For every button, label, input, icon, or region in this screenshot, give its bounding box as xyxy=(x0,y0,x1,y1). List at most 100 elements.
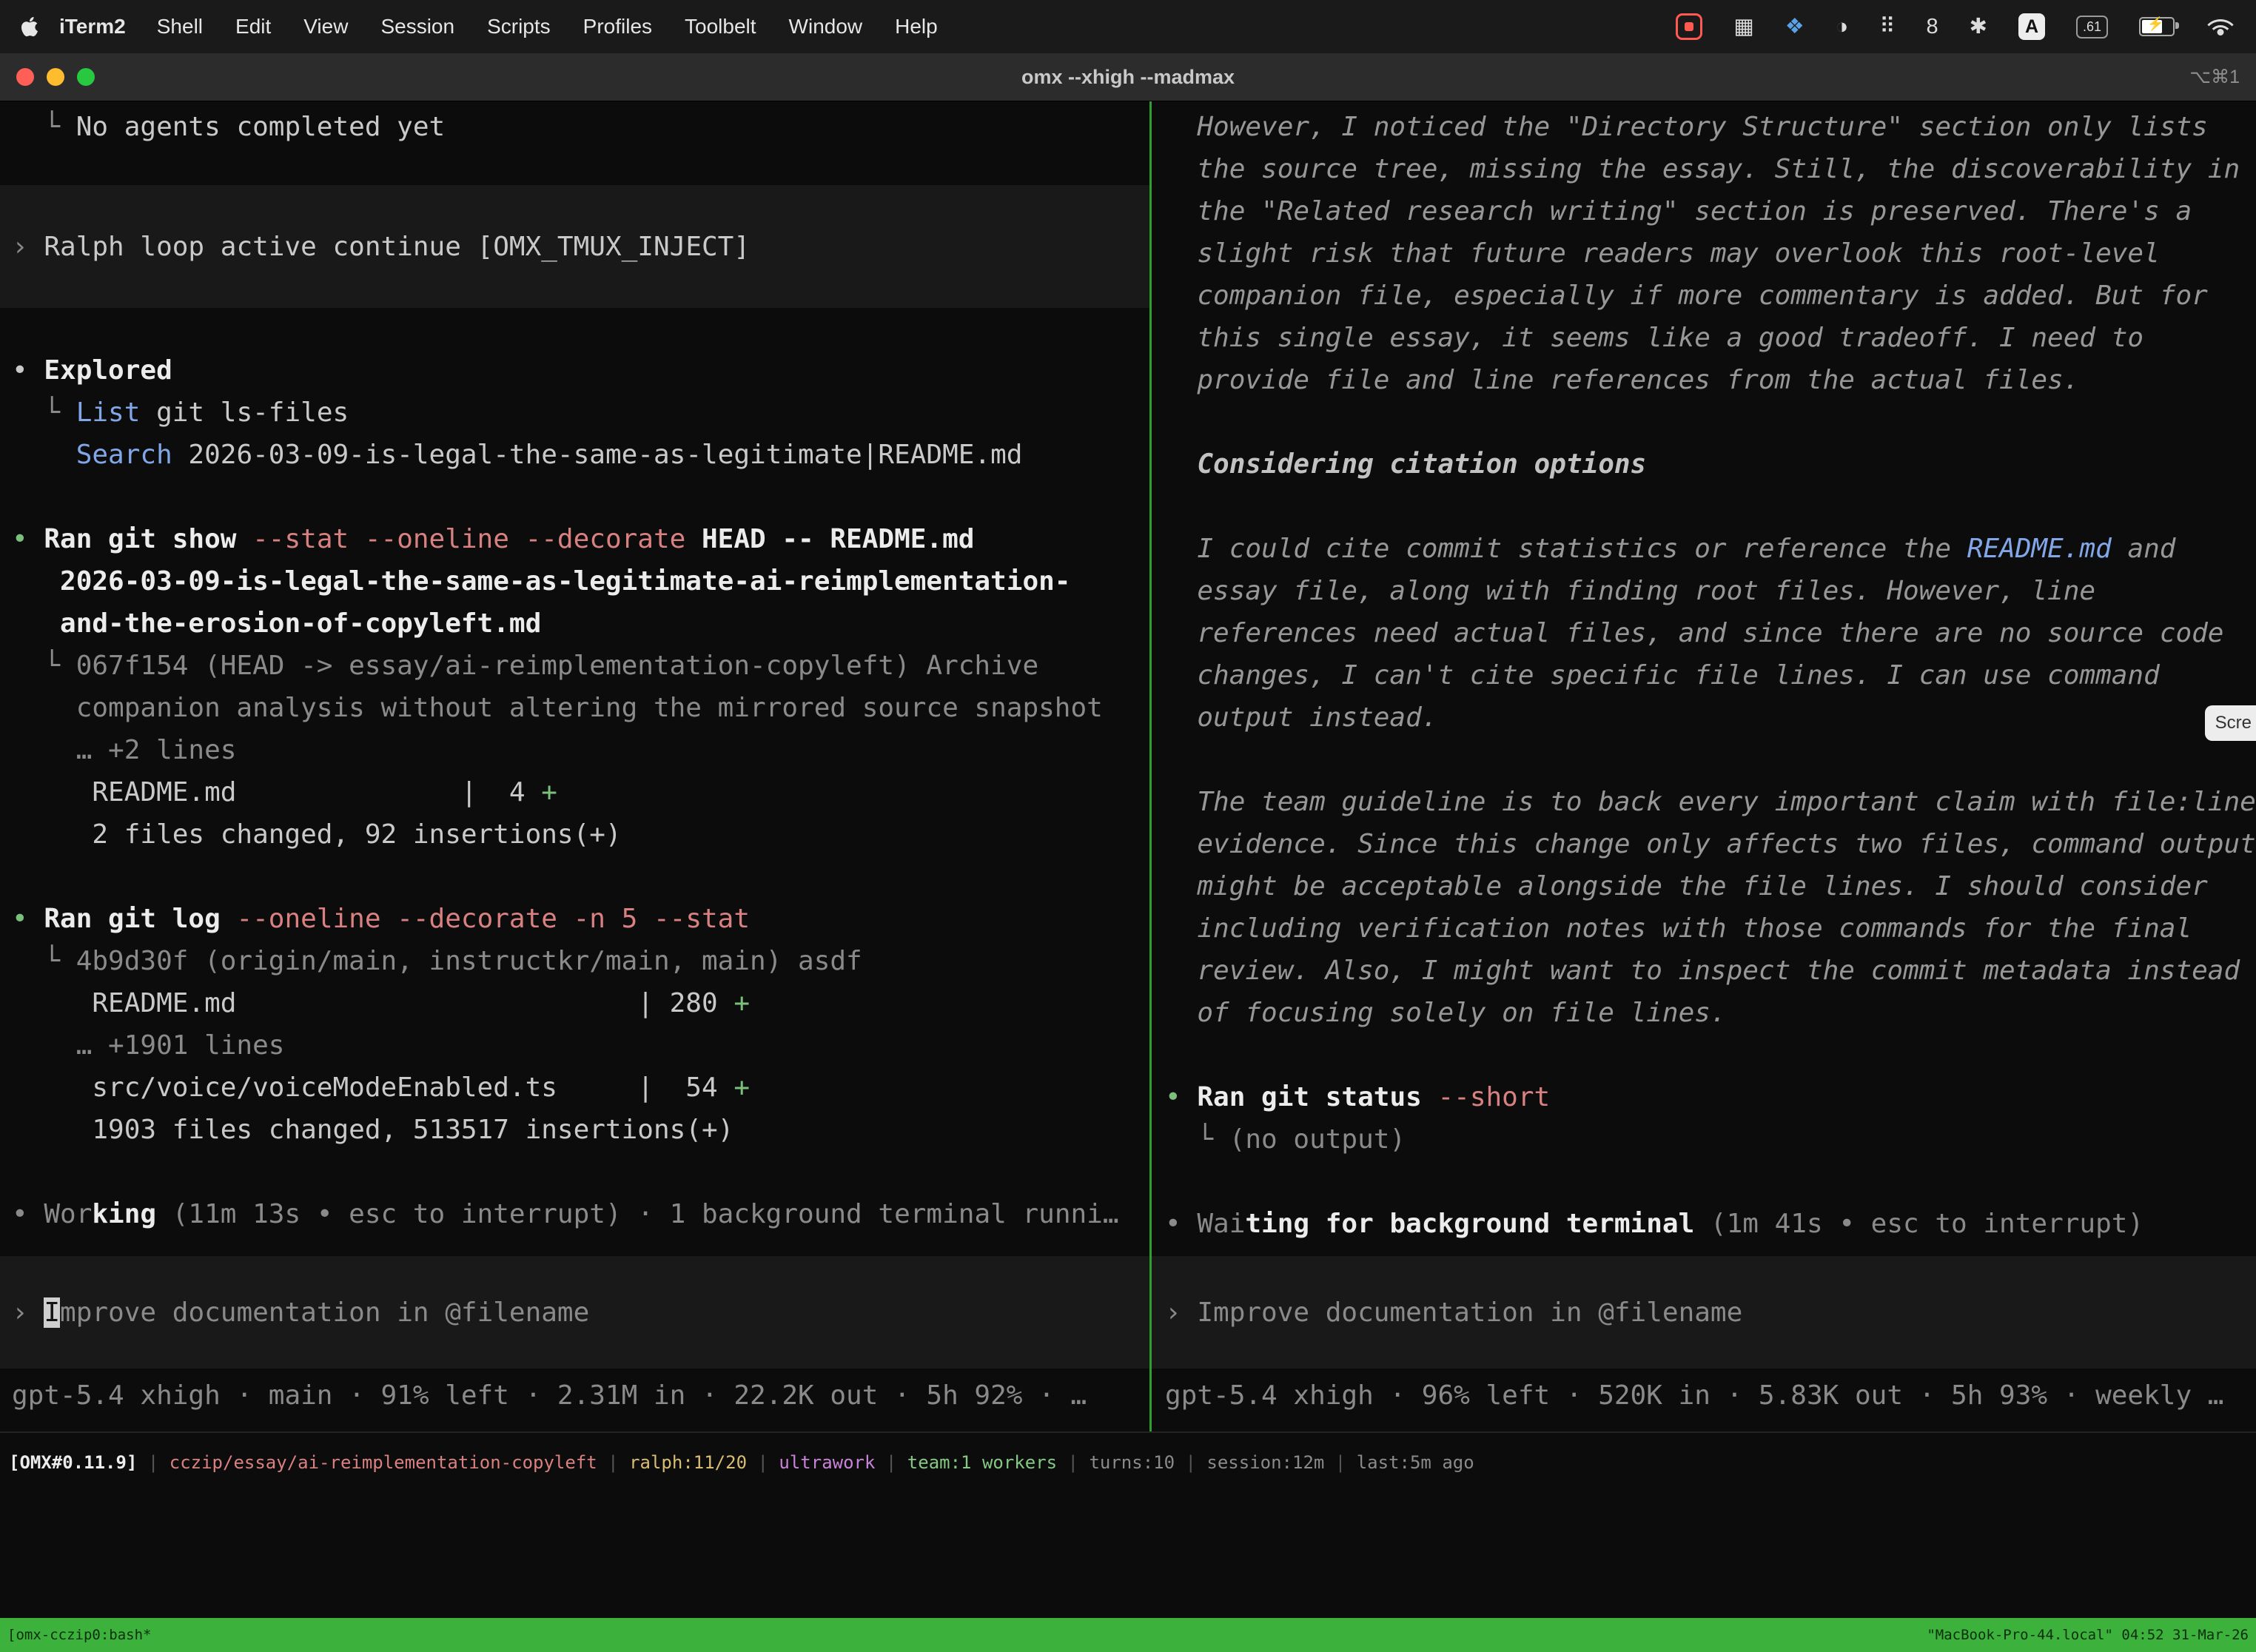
menu-items: Shell Edit View Session Scripts Profiles Toolb… xyxy=(157,15,938,38)
terminal-line: the source tree, missing the essay. Stil… xyxy=(1165,148,2256,190)
ralph-loop-banner-line: › Ralph loop active continue [OMX_TMUX_I… xyxy=(12,226,750,268)
terminal-line: Considering citation options xyxy=(1165,443,2256,486)
right-context-status: gpt-5.4 xhigh · 96% left · 520K in · 5.8… xyxy=(1165,1369,2256,1417)
left-context-status: gpt-5.4 xhigh · main · 91% left · 2.31M … xyxy=(12,1369,1149,1417)
omx-status-bar: [OMX#0.11.9] | cczip/essay/ai-reimplemen… xyxy=(0,1431,2256,1618)
left-pane-top-lines: └ No agents completed yet xyxy=(12,106,1149,148)
app-grid-icon[interactable]: ⠿ xyxy=(1879,16,1895,38)
terminal-line xyxy=(12,476,1149,518)
terminal-line: src/voice/voiceModeEnabled.ts | 54 + xyxy=(12,1067,1149,1109)
left-pane[interactable]: └ No agents completed yet › Ralph loop a… xyxy=(0,101,1152,1431)
terminal-line: • Ran git log --oneline --decorate -n 5 … xyxy=(12,898,1149,940)
omx-status-segment: [OMX#0.11.9] xyxy=(9,1452,137,1473)
menu-item-edit[interactable]: Edit xyxy=(235,15,271,38)
tmux-status-bar: [omx-cczip0:bash* "MacBook-Pro-44.local"… xyxy=(0,1618,2256,1652)
terminal-line: └ No agents completed yet xyxy=(12,106,1149,148)
terminal-line xyxy=(12,856,1149,898)
terminal-area: └ No agents completed yet › Ralph loop a… xyxy=(0,101,2256,1431)
keyboard-grid-icon[interactable]: ▦ xyxy=(1733,16,1753,38)
tmux-session-label: [omx-cczip0:bash* xyxy=(7,1627,151,1643)
menu-item-help[interactable]: Help xyxy=(895,15,938,38)
terminal-line xyxy=(1165,401,2256,443)
battery-percent-badge[interactable]: .61 xyxy=(2076,16,2108,38)
terminal-line: and-the-erosion-of-copyleft.md xyxy=(12,602,1149,645)
omx-separator: | xyxy=(1324,1452,1356,1473)
terminal-line: › Ralph loop active continue [OMX_TMUX_I… xyxy=(12,226,750,268)
menu-item-toolbelt[interactable]: Toolbelt xyxy=(685,15,756,38)
counter-icon[interactable]: 8 xyxy=(1927,16,1938,38)
menu-item-scripts[interactable]: Scripts xyxy=(487,15,551,38)
window-shortcut: ⌥⌘1 xyxy=(2189,66,2240,88)
terminal-line: companion file, especially if more comme… xyxy=(1165,275,2256,317)
terminal-line xyxy=(12,1151,1149,1193)
left-prompt-input[interactable]: › Improve documentation in @filename xyxy=(0,1256,1149,1369)
terminal-line: 1903 files changed, 513517 insertions(+) xyxy=(12,1109,1149,1151)
right-prompt-line: › Improve documentation in @filename xyxy=(1165,1292,1742,1334)
omx-status-segment: ralph:11/20 xyxy=(629,1452,747,1473)
left-prompt-line: › Improve documentation in @filename xyxy=(12,1292,589,1334)
terminal-line: references need actual files, and since … xyxy=(1165,612,2256,654)
terminal-line: • Working (11m 13s • esc to interrupt) ·… xyxy=(12,1193,1149,1235)
menu-app-name[interactable]: iTerm2 xyxy=(59,15,126,38)
terminal-line: README.md | 4 + xyxy=(12,771,1149,813)
terminal-line: … +2 lines xyxy=(12,729,1149,771)
terminal-line: I could cite commit statistics or refere… xyxy=(1165,528,2256,570)
left-pane-bottom: › Improve documentation in @filename gpt… xyxy=(12,1256,1149,1417)
wifi-icon[interactable] xyxy=(2206,16,2235,37)
round-app-icon[interactable]: ◑ xyxy=(1836,16,1849,38)
right-pane-bottom: › Improve documentation in @filename gpt… xyxy=(1165,1256,2256,1417)
omx-separator: | xyxy=(747,1452,779,1473)
screen-edge-tooltip[interactable]: Scre xyxy=(2205,705,2256,741)
terminal-line: └ 067f154 (HEAD -> essay/ai-reimplementa… xyxy=(12,645,1149,687)
terminal-line: companion analysis without altering the … xyxy=(12,687,1149,729)
terminal-line: … +1901 lines xyxy=(12,1024,1149,1067)
omx-separator: | xyxy=(597,1452,629,1473)
terminal-line: └ 4b9d30f (origin/main, instructkr/main,… xyxy=(12,940,1149,982)
omx-status-segment: cczip/essay/ai-reimplementation-copyleft xyxy=(169,1452,597,1473)
tmux-host-clock: "MacBook-Pro-44.local" 04:52 31-Mar-26 xyxy=(1927,1627,2249,1643)
menu-item-view[interactable]: View xyxy=(303,15,348,38)
terminal-line: • Explored xyxy=(12,349,1149,392)
menu-item-window[interactable]: Window xyxy=(789,15,863,38)
terminal-line: the "Related research writing" section i… xyxy=(1165,190,2256,232)
terminal-line: The team guideline is to back every impo… xyxy=(1165,781,2256,823)
apple-menu[interactable] xyxy=(21,16,38,38)
terminal-line: └ (no output) xyxy=(1165,1118,2256,1161)
omx-status-segment: session:12m xyxy=(1206,1452,1324,1473)
omx-separator: | xyxy=(1057,1452,1089,1473)
asterisk-app-icon[interactable]: ✱ xyxy=(1970,16,1987,38)
blue-app-icon[interactable]: ❖ xyxy=(1785,16,1805,38)
terminal-line: this single essay, it seems like a good … xyxy=(1165,317,2256,359)
window-title: omx --xhigh --madmax xyxy=(0,66,2256,89)
terminal-line: › Improve documentation in @filename xyxy=(1165,1292,1742,1334)
terminal-line: • Ran git show --stat --oneline --decora… xyxy=(12,518,1149,560)
terminal-line: 2026-03-09-is-legal-the-same-as-legitima… xyxy=(12,560,1149,602)
omx-status-segment: last:5m ago xyxy=(1357,1452,1474,1473)
menu-item-shell[interactable]: Shell xyxy=(157,15,203,38)
terminal-line: gpt-5.4 xhigh · main · 91% left · 2.31M … xyxy=(12,1374,1149,1417)
terminal-line: • Ran git status --short xyxy=(1165,1076,2256,1118)
terminal-line: However, I noticed the "Directory Struct… xyxy=(1165,106,2256,148)
omx-separator: | xyxy=(1175,1452,1206,1473)
terminal-line: Search 2026-03-09-is-legal-the-same-as-l… xyxy=(12,434,1149,476)
terminal-line: including verification notes with those … xyxy=(1165,907,2256,950)
terminal-line xyxy=(1165,1034,2256,1076)
terminal-line: provide file and line references from th… xyxy=(1165,359,2256,401)
terminal-line: evidence. Since this change only affects… xyxy=(1165,823,2256,865)
screen-recording-indicator[interactable] xyxy=(1676,13,1702,40)
a-app-icon[interactable]: A xyxy=(2018,13,2045,40)
window-title-bar: omx --xhigh --madmax ⌥⌘1 xyxy=(0,53,2256,101)
menu-bar: iTerm2 Shell Edit View Session Scripts Profil… xyxy=(0,0,2256,53)
terminal-line: review. Also, I might want to inspect th… xyxy=(1165,950,2256,992)
terminal-line xyxy=(1165,739,2256,781)
right-prompt-input[interactable]: › Improve documentation in @filename xyxy=(1152,1256,2256,1369)
menu-item-session[interactable]: Session xyxy=(380,15,454,38)
omx-status-segment: turns:10 xyxy=(1089,1452,1175,1473)
battery-charging-icon[interactable]: ⚡ xyxy=(2139,17,2175,36)
menu-item-profiles[interactable]: Profiles xyxy=(583,15,652,38)
right-pane[interactable]: However, I noticed the "Directory Struct… xyxy=(1152,101,2256,1431)
terminal-line: might be acceptable alongside the file l… xyxy=(1165,865,2256,907)
terminal-line: of focusing solely on file lines. xyxy=(1165,992,2256,1034)
terminal-line xyxy=(1165,1161,2256,1203)
terminal-line: changes, I can't cite specific file line… xyxy=(1165,654,2256,696)
